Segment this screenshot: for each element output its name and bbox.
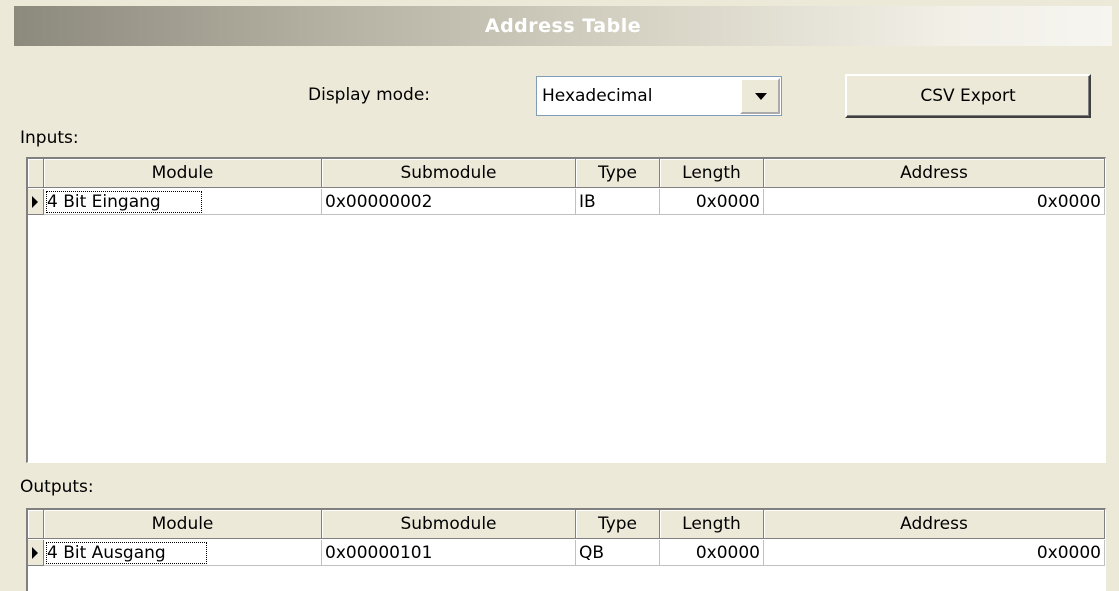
column-header-address[interactable]: Address: [764, 159, 1105, 188]
table-cell-module[interactable]: 4 Bit Eingang: [44, 189, 322, 215]
module-value: 4 Bit Ausgang: [46, 542, 207, 564]
inputs-table[interactable]: Module Submodule Type Length Address 4 B…: [26, 157, 1106, 463]
table-cell-address[interactable]: 0x0000: [764, 189, 1105, 215]
column-header-length[interactable]: Length: [660, 510, 764, 539]
column-header-submodule[interactable]: Submodule: [322, 159, 576, 188]
chevron-down-icon[interactable]: [740, 78, 780, 114]
column-header-length[interactable]: Length: [660, 159, 764, 188]
table-cell-type[interactable]: QB: [576, 540, 660, 566]
table-cell-address[interactable]: 0x0000: [764, 540, 1105, 566]
row-pointer-icon[interactable]: [28, 189, 44, 215]
csv-export-button[interactable]: CSV Export: [845, 74, 1091, 118]
column-header-module[interactable]: Module: [44, 159, 322, 188]
row-header-corner: [28, 510, 44, 539]
row-pointer-icon[interactable]: [28, 540, 44, 566]
display-mode-select[interactable]: Hexadecimal: [536, 76, 782, 116]
table-cell-type[interactable]: IB: [576, 189, 660, 215]
column-header-submodule[interactable]: Submodule: [322, 510, 576, 539]
column-header-type[interactable]: Type: [576, 159, 660, 188]
table-cell-submodule[interactable]: 0x00000002: [322, 189, 576, 215]
row-header-corner: [28, 159, 44, 188]
outputs-table[interactable]: Module Submodule Type Length Address 4 B…: [26, 508, 1106, 591]
outputs-label: Outputs:: [20, 477, 94, 497]
column-header-module[interactable]: Module: [44, 510, 322, 539]
address-table-window: Address Table Display mode: Hexadecimal …: [0, 0, 1119, 591]
module-value: 4 Bit Eingang: [46, 191, 202, 213]
display-mode-value: Hexadecimal: [542, 86, 653, 106]
table-cell-submodule[interactable]: 0x00000101: [322, 540, 576, 566]
table-cell-module[interactable]: 4 Bit Ausgang: [44, 540, 322, 566]
column-header-address[interactable]: Address: [764, 510, 1105, 539]
page-title: Address Table: [484, 15, 642, 37]
inputs-label: Inputs:: [20, 128, 79, 148]
display-mode-label: Display mode:: [308, 85, 431, 105]
table-cell-length[interactable]: 0x0000: [660, 540, 764, 566]
title-banner: Address Table: [14, 6, 1112, 46]
column-header-type[interactable]: Type: [576, 510, 660, 539]
table-cell-length[interactable]: 0x0000: [660, 189, 764, 215]
